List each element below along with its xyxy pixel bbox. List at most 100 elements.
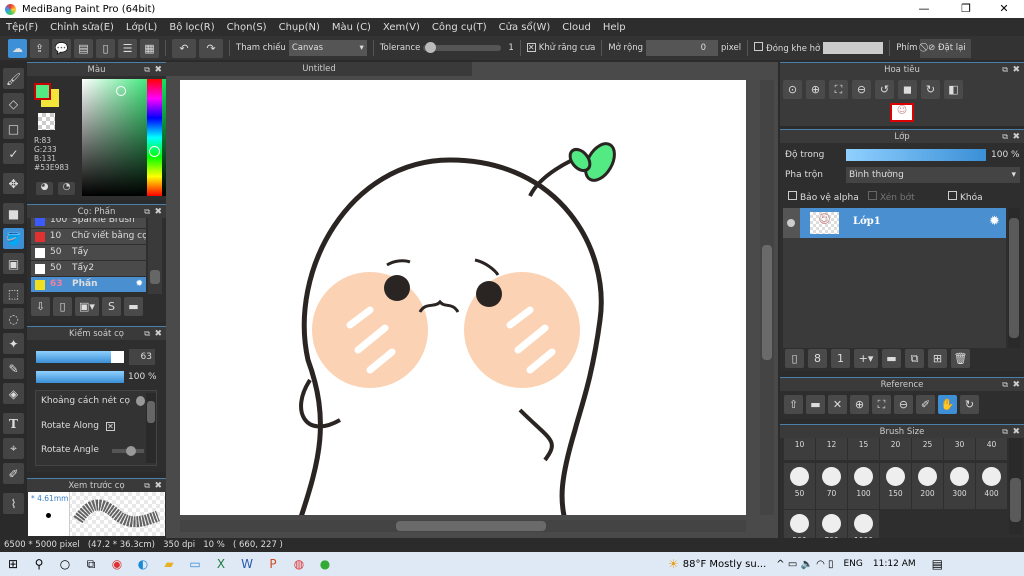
eyedropper-tool-icon[interactable]: ⌇ (3, 493, 24, 514)
chrome-icon[interactable]: ◍ (286, 552, 312, 576)
clip-checkbox[interactable]: Xén bớt (868, 191, 915, 203)
powerpoint-icon[interactable]: P (260, 552, 286, 576)
brush-size-item[interactable]: 200 (912, 463, 943, 509)
undock-icon[interactable]: ⧉ (1002, 378, 1008, 392)
merge-layer-icon[interactable]: ⊞ (928, 349, 947, 368)
list-icon[interactable]: ☰ (118, 38, 137, 58)
slider-handle[interactable] (424, 42, 436, 53)
text-tool-icon[interactable]: T (3, 413, 24, 434)
palette-history-icon[interactable]: ◔ (58, 182, 75, 195)
scroll-thumb[interactable] (150, 270, 160, 284)
close-icon[interactable]: ✖ (1012, 130, 1020, 144)
fill-rect-tool-icon[interactable]: ■ (3, 203, 24, 224)
polyline-tool-icon[interactable]: ✓ (3, 143, 24, 164)
menu-color[interactable]: Màu (C) (326, 22, 377, 33)
brush-size-item[interactable]: 25 (912, 438, 943, 460)
menu-filter[interactable]: Bộ lọc(R) (163, 22, 220, 33)
app-icon[interactable]: ◉ (104, 552, 130, 576)
word-icon[interactable]: W (234, 552, 260, 576)
rotate-right-icon[interactable]: ↻ (921, 80, 940, 99)
operation-tool-icon[interactable]: ⌖ (3, 438, 24, 459)
undock-icon[interactable]: ⧉ (144, 479, 150, 493)
folder-icon[interactable]: ▬ (882, 349, 901, 368)
hue-handle[interactable] (149, 146, 160, 157)
scroll-thumb[interactable] (1009, 218, 1019, 338)
brush-size-field[interactable]: 63 (129, 349, 155, 365)
add-layer-menu-icon[interactable]: +▾ (854, 349, 878, 368)
horizontal-scrollbar[interactable] (180, 520, 746, 532)
new-layer-icon[interactable]: ▯ (785, 349, 804, 368)
excel-icon[interactable]: X (208, 552, 234, 576)
undo-icon[interactable]: ↶ (172, 38, 196, 58)
rectangle-tool-icon[interactable]: □ (3, 118, 24, 139)
menu-layer[interactable]: Lớp(L) (120, 22, 163, 33)
minimize-button[interactable]: — (904, 0, 944, 18)
tab-untitled[interactable]: Untitled (166, 62, 472, 76)
select-pen-tool-icon[interactable]: ✎ (3, 358, 24, 379)
rotate-icon[interactable]: ↻ (960, 395, 979, 414)
slider-handle[interactable] (126, 446, 136, 456)
menu-tools[interactable]: Công cụ(T) (426, 22, 493, 33)
lasso-tool-icon[interactable]: ◌ (3, 308, 24, 329)
close-reference-icon[interactable]: ✕ (828, 395, 847, 414)
picker-handle[interactable] (116, 86, 126, 96)
brush-size-scrollbar[interactable] (1009, 438, 1022, 534)
cloud-icon[interactable]: ☁ (8, 38, 27, 58)
menu-edit[interactable]: Chỉnh sửa(E) (44, 22, 120, 33)
menu-window[interactable]: Cửa sổ(W) (493, 22, 557, 33)
windows-start-icon[interactable]: ⊞ (0, 552, 26, 576)
brush-size-item[interactable]: 100 (848, 463, 879, 509)
scroll-thumb[interactable] (147, 401, 155, 423)
spacing-slider[interactable] (136, 396, 145, 406)
options-scrollbar[interactable] (146, 393, 156, 463)
brush-size-item[interactable]: 15 (848, 438, 879, 460)
close-icon[interactable]: ✖ (154, 327, 162, 341)
edge-icon[interactable]: ◐ (130, 552, 156, 576)
move-tool-icon[interactable]: ✥ (3, 173, 24, 194)
close-icon[interactable]: ✖ (154, 63, 162, 77)
reset-rotation-icon[interactable]: ◼ (898, 80, 917, 99)
brush-size-item[interactable]: 40 (976, 438, 1007, 460)
protect-alpha-checkbox[interactable]: Bảo vệ alpha (788, 191, 859, 203)
brush-size-item[interactable]: 20 (880, 438, 911, 460)
undock-icon[interactable]: ⧉ (144, 63, 150, 77)
brush-opacity-slider[interactable] (36, 371, 124, 383)
add-brush-menu-icon[interactable]: ▣▾ (75, 297, 99, 316)
reset-button[interactable]: ⃠ ⊘ Đặt lại (920, 38, 971, 58)
zoom-actual-icon[interactable]: ⊙ (783, 80, 802, 99)
undock-icon[interactable]: ⧉ (1002, 63, 1008, 77)
brush-size-item[interactable]: 10 (784, 438, 815, 460)
brush-list-scrollbar[interactable] (148, 218, 162, 294)
foreground-color-swatch[interactable] (34, 83, 51, 100)
page-icon[interactable]: ▯ (96, 38, 115, 58)
select-tool-icon[interactable]: ⬚ (3, 283, 24, 304)
notification-icon[interactable]: ▤ (932, 557, 943, 571)
new-1bit-layer-icon[interactable]: 1 (831, 349, 850, 368)
comment-icon[interactable]: 💬 (52, 38, 71, 58)
close-icon[interactable]: ✖ (1012, 425, 1020, 439)
select-eraser-tool-icon[interactable]: ◈ (3, 383, 24, 404)
language-indicator[interactable]: ENG (844, 559, 863, 569)
zoom-in-icon[interactable]: ⊕ (850, 395, 869, 414)
undock-icon[interactable]: ⧉ (144, 327, 150, 341)
eyedropper-icon[interactable]: ✐ (916, 395, 935, 414)
rotate-along-checkbox[interactable]: ✕ (106, 422, 115, 431)
brush-size-item[interactable]: 150 (880, 463, 911, 509)
vertical-scrollbar[interactable] (760, 80, 774, 515)
rotate-angle-slider[interactable] (112, 446, 144, 456)
undock-icon[interactable]: ⧉ (144, 205, 150, 219)
message-icon[interactable]: ▤ (74, 38, 93, 58)
menu-file[interactable]: Tệp(F) (0, 22, 44, 33)
grid-icon[interactable]: ▦ (140, 38, 159, 58)
fit-icon[interactable]: ⛶ (829, 80, 848, 99)
gear-icon[interactable]: ✹ (135, 277, 143, 292)
cloud-upload-icon[interactable]: ⇧ (784, 395, 803, 414)
menu-capture[interactable]: Chụp(N) (273, 22, 326, 33)
close-button[interactable]: ✕ (984, 0, 1024, 18)
redo-icon[interactable]: ↷ (199, 38, 223, 58)
brush-list-item[interactable]: 50 Tẩy2 (31, 261, 146, 276)
close-icon[interactable]: ✖ (154, 205, 162, 219)
brush-size-slider[interactable] (36, 351, 124, 363)
undock-icon[interactable]: ⧉ (1002, 130, 1008, 144)
clock[interactable]: 11:12 AM (873, 559, 916, 569)
